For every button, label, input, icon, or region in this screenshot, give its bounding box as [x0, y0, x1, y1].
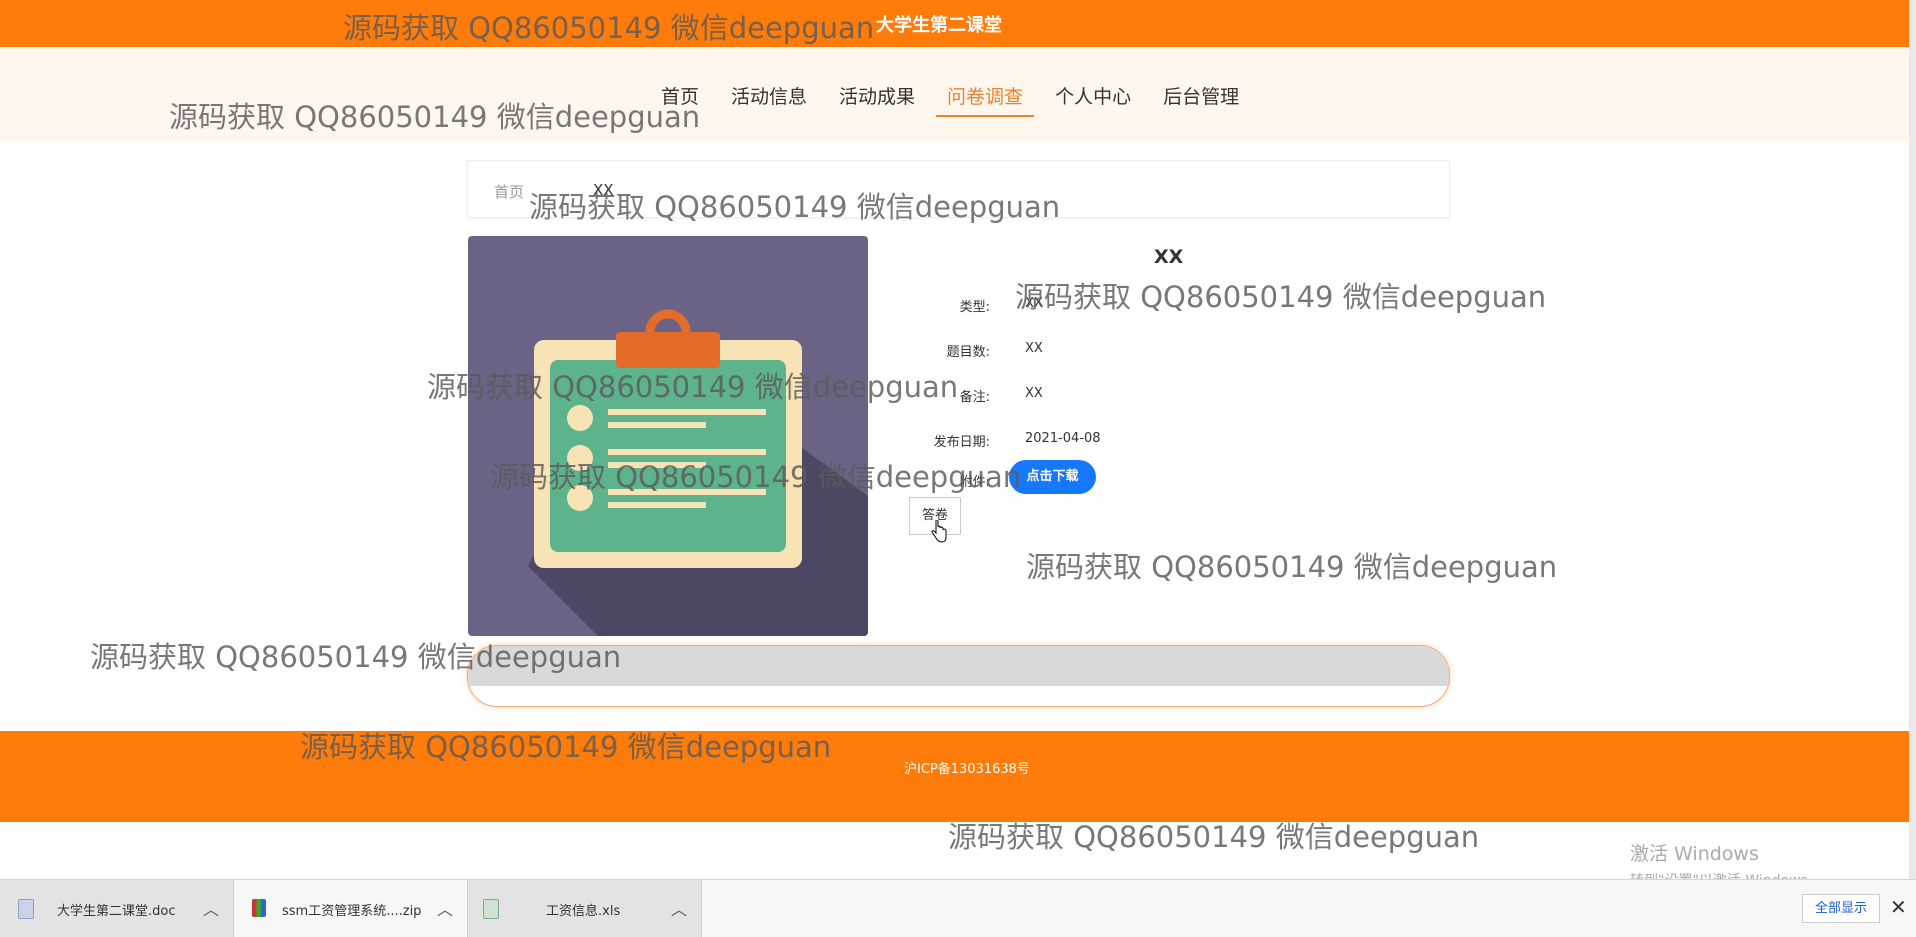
publish-date-value: 2021-04-08	[1025, 431, 1101, 446]
remarks-value: XX	[1025, 386, 1043, 401]
word-file-icon	[18, 899, 34, 919]
breadcrumb: 首页 XX	[467, 160, 1450, 218]
hand-cursor-icon	[931, 520, 947, 543]
download-item[interactable]: ssm工资管理系统....zip ︿	[234, 880, 468, 937]
attachment-label: 附件:	[959, 475, 990, 490]
download-file-name: 大学生第二课堂.doc	[57, 904, 176, 919]
browser-download-bar: 大学生第二课堂.doc ︿ ssm工资管理系统....zip ︿ 工资信息.xl…	[0, 879, 1916, 937]
nav-item-activity-info[interactable]: 活动信息	[720, 82, 818, 117]
download-file-name: 工资信息.xls	[546, 904, 621, 919]
chevron-up-icon[interactable]: ︿	[437, 896, 453, 920]
download-item[interactable]: 大学生第二课堂.doc ︿	[0, 880, 234, 937]
chevron-up-icon[interactable]: ︿	[203, 896, 219, 920]
page-scrollbar[interactable]	[1909, 0, 1916, 936]
remarks-label: 备注:	[959, 390, 990, 405]
download-file-name: ssm工资管理系统....zip	[282, 904, 422, 919]
nav-item-survey[interactable]: 问卷调查	[936, 82, 1035, 117]
comment-input-fill	[468, 646, 1449, 686]
chevron-up-icon[interactable]: ︿	[671, 896, 687, 920]
type-label: 类型:	[959, 300, 990, 315]
question-count-value: XX	[1025, 341, 1043, 356]
footer: 沪ICP备13031638号	[0, 731, 1909, 822]
download-button[interactable]: 点击下载	[1009, 460, 1096, 494]
clipboard-icon	[528, 309, 868, 636]
top-header-bar: 大学生第二课堂	[0, 0, 1909, 47]
nav-item-home[interactable]: 首页	[650, 82, 710, 117]
nav-item-activity-results[interactable]: 活动成果	[828, 82, 926, 117]
type-value: XX	[1025, 296, 1043, 311]
site-title: 大学生第二课堂	[876, 15, 1002, 36]
download-item[interactable]: 工资信息.xls ︿	[468, 880, 702, 937]
watermark: 源码获取 QQ86050149 微信deepguan	[1015, 280, 1547, 314]
show-all-downloads-button[interactable]: 全部显示	[1802, 894, 1880, 923]
close-download-bar-icon[interactable]: ✕	[1890, 895, 1907, 919]
nav-item-personal-center[interactable]: 个人中心	[1044, 82, 1142, 117]
breadcrumb-home-link[interactable]: 首页	[494, 181, 524, 202]
survey-title: XX	[1154, 246, 1184, 268]
breadcrumb-current: XX	[593, 181, 614, 199]
publish-date-label: 发布日期:	[933, 435, 990, 450]
excel-file-icon	[483, 899, 499, 919]
zip-archive-icon	[252, 899, 266, 917]
watermark: 源码获取 QQ86050149 微信deepguan	[1026, 550, 1558, 584]
activation-title: 激活 Windows	[1630, 843, 1759, 865]
survey-image	[468, 236, 868, 636]
main-nav: 首页 活动信息 活动成果 问卷调查 个人中心 后台管理	[650, 82, 1260, 117]
icp-record: 沪ICP备13031638号	[904, 762, 1030, 777]
question-count-label: 题目数:	[946, 345, 990, 360]
comment-input-bar[interactable]	[467, 645, 1450, 707]
nav-item-admin[interactable]: 后台管理	[1152, 82, 1250, 117]
